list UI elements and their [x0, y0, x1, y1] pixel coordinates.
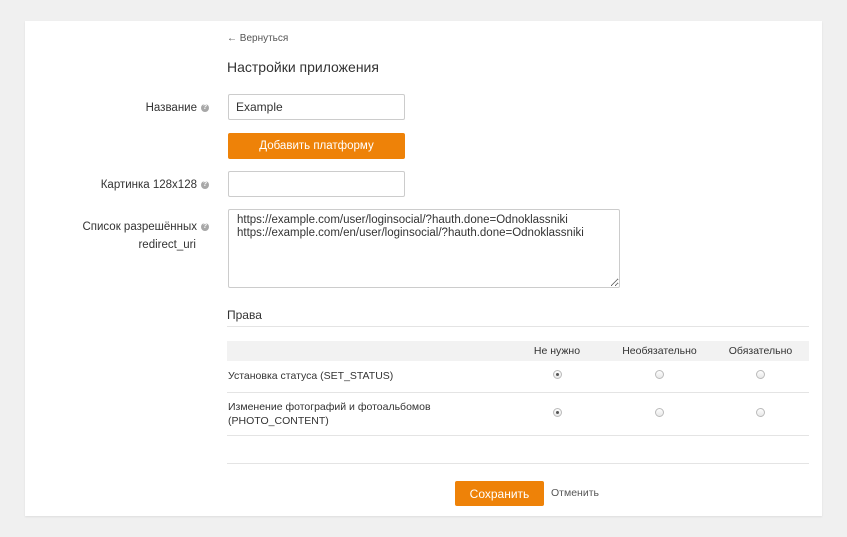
radio-optional[interactable]	[655, 407, 664, 417]
table-row: Изменение фотографий и фотоальбомов (PHOT…	[227, 392, 809, 436]
name-input[interactable]	[228, 94, 405, 120]
permission-name-text: Установка статуса (SET_STATUS)	[228, 370, 394, 383]
header-blank	[227, 341, 507, 361]
header-required: Обязательно	[712, 341, 809, 361]
divider	[227, 326, 809, 327]
radio-cell	[712, 392, 809, 436]
page-title: Настройки приложения	[227, 59, 379, 75]
radio-cell	[607, 392, 712, 436]
help-icon[interactable]: ?	[201, 103, 209, 112]
permissions-header-row: Не нужно Необязательно Обязательно	[227, 341, 809, 361]
back-link[interactable]: ← Вернуться	[227, 33, 288, 44]
redirect-label: Список разрешённых? redirect_uri	[82, 218, 209, 254]
radio-cell	[507, 361, 607, 393]
radio-not-needed[interactable]	[552, 370, 562, 380]
picture-label: Картинка 128x128?	[101, 179, 209, 191]
picture-input[interactable]	[228, 171, 405, 197]
help-icon[interactable]: ?	[201, 222, 209, 231]
permission-name-text: Изменение фотографий и фотоальбомов	[228, 400, 431, 413]
radio-required[interactable]	[756, 370, 765, 380]
header-not-needed: Не нужно	[507, 341, 607, 361]
radio-cell	[607, 361, 712, 393]
permissions-table: Не нужно Необязательно Обязательно Устан…	[227, 341, 809, 436]
help-icon[interactable]: ?	[201, 180, 209, 189]
radio-cell	[712, 361, 809, 393]
table-row: Установка статуса (SET_STATUS)	[227, 361, 809, 393]
redirect-uri-textarea[interactable]: https://example.com/user/loginsocial/?ha…	[228, 209, 620, 288]
redirect-label-line2: redirect_uri	[138, 239, 196, 251]
save-button[interactable]: Сохранить	[455, 481, 544, 506]
cancel-link[interactable]: Отменить	[551, 487, 599, 499]
name-label-text: Название	[145, 102, 197, 114]
permissions-title: Права	[227, 308, 262, 322]
permission-name: Изменение фотографий и фотоальбомов (PHOT…	[227, 392, 507, 436]
redirect-label-line1: Список разрешённых	[82, 221, 197, 233]
name-label: Название?	[146, 102, 209, 114]
settings-card: ← Вернуться Настройки приложения Названи…	[25, 21, 822, 516]
radio-optional[interactable]	[655, 370, 664, 380]
add-platform-button[interactable]: Добавить платформу	[228, 133, 405, 159]
permission-name: Установка статуса (SET_STATUS)	[227, 361, 507, 393]
radio-cell	[507, 392, 607, 436]
radio-required[interactable]	[756, 407, 765, 417]
radio-not-needed[interactable]	[552, 407, 562, 417]
footer-divider	[227, 463, 809, 464]
header-optional: Необязательно	[607, 341, 712, 361]
picture-label-text: Картинка 128x128	[100, 179, 197, 191]
permission-name-text: (PHOTO_CONTENT)	[228, 414, 329, 427]
